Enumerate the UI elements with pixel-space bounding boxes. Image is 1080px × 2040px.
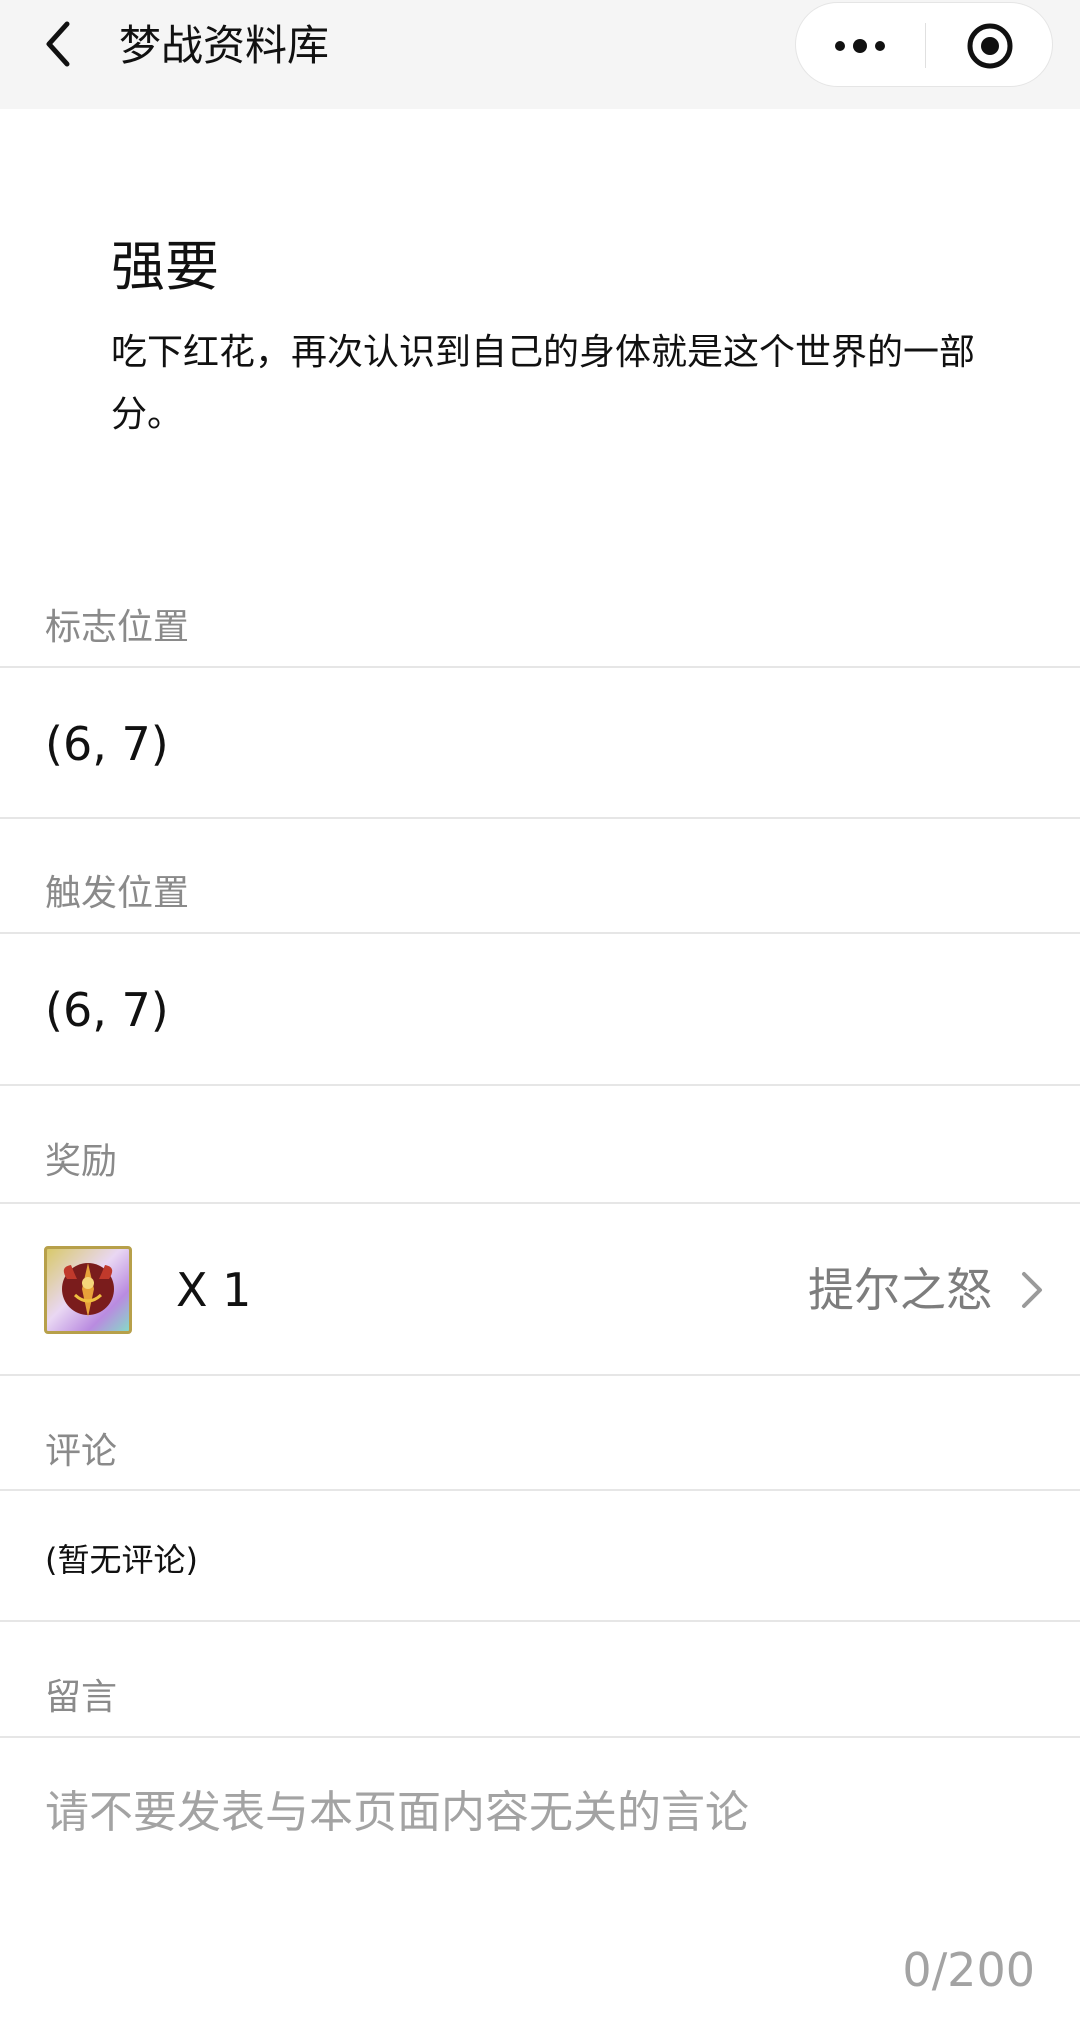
close-button[interactable] bbox=[926, 3, 1054, 88]
char-counter: 0/200 bbox=[902, 1943, 1035, 1997]
divider bbox=[0, 1084, 1080, 1086]
back-button[interactable] bbox=[34, 16, 82, 72]
flag-position-label: 标志位置 bbox=[45, 607, 190, 648]
message-label: 留言 bbox=[45, 1677, 118, 1718]
more-dots-icon bbox=[835, 38, 885, 53]
event-title: 强要 bbox=[111, 235, 219, 298]
page: 梦战资料库 强要 吃下红花，再次认识到自己的身体就是这个世界的一部分。 标志位置 bbox=[0, 0, 1080, 2040]
nav-title: 梦战资料库 bbox=[119, 21, 330, 70]
comments-label: 评论 bbox=[45, 1431, 118, 1472]
message-input[interactable] bbox=[45, 1778, 1035, 1848]
flag-position-value: (6, 7) bbox=[45, 717, 169, 771]
divider bbox=[0, 1374, 1080, 1376]
divider bbox=[0, 1489, 1080, 1491]
divider bbox=[0, 1620, 1080, 1622]
chevron-right-icon bbox=[1022, 1272, 1042, 1308]
event-description: 吃下红花，再次认识到自己的身体就是这个世界的一部分。 bbox=[111, 332, 976, 435]
divider bbox=[0, 1736, 1080, 1738]
mini-program-capsule bbox=[795, 2, 1053, 87]
reward-row[interactable]: X 1 提尔之怒 bbox=[0, 1204, 1080, 1372]
reward-label: 奖励 bbox=[45, 1141, 118, 1182]
divider bbox=[0, 932, 1080, 934]
reward-item-icon bbox=[44, 1246, 132, 1334]
reward-name: 提尔之怒 bbox=[808, 1263, 992, 1317]
empty-comments-text: (暂无评论) bbox=[45, 1541, 198, 1579]
divider bbox=[0, 666, 1080, 668]
trigger-position-label: 触发位置 bbox=[45, 873, 190, 914]
chevron-left-icon bbox=[46, 21, 70, 67]
more-button[interactable] bbox=[796, 3, 924, 88]
nav-bar: 梦战资料库 bbox=[0, 0, 1080, 109]
trigger-position-value: (6, 7) bbox=[45, 983, 169, 1037]
divider bbox=[0, 817, 1080, 819]
reward-count: X 1 bbox=[176, 1263, 252, 1317]
target-circle-icon bbox=[967, 23, 1013, 68]
